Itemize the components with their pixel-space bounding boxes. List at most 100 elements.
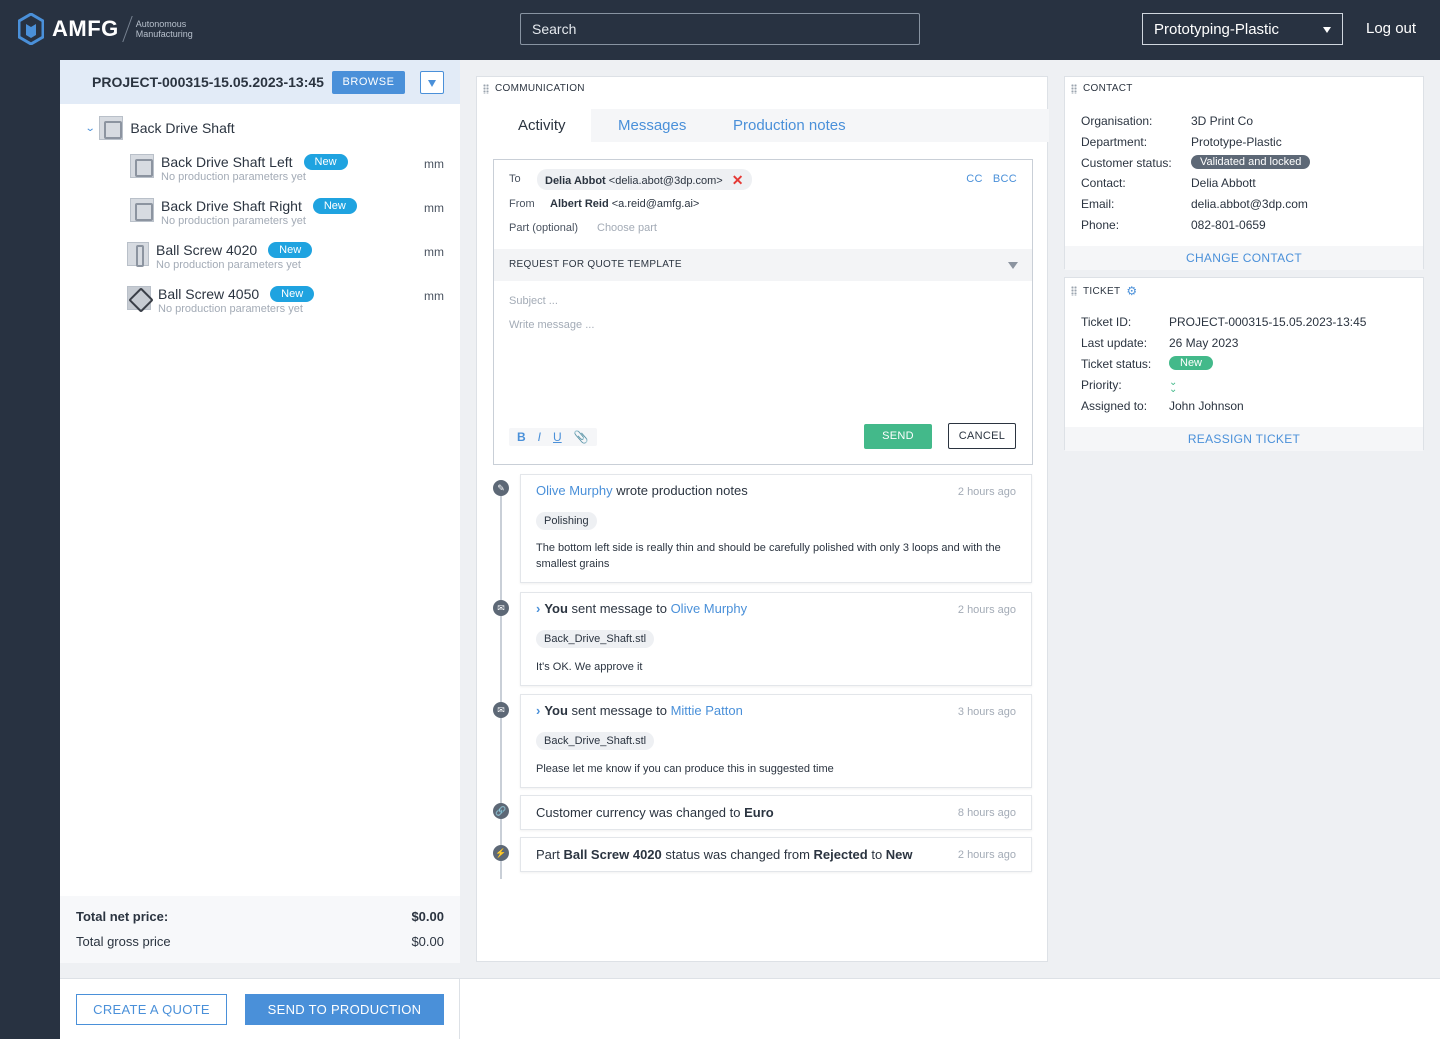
bcc-button[interactable]: BCC (993, 173, 1017, 185)
attachment-tag[interactable]: Back_Drive_Shaft.stl (536, 732, 655, 750)
panel-title: COMMUNICATION (483, 83, 585, 94)
activity-body: Please let me know if you can produce th… (536, 763, 834, 775)
last-update-value: 26 May 2023 (1169, 336, 1239, 350)
phone-value: 082-801-0659 (1191, 218, 1266, 232)
gear-icon[interactable]: ⚙ (1126, 284, 1137, 298)
chevron-right-icon[interactable]: › (536, 703, 540, 718)
status-badge: New (268, 242, 313, 258)
tab-messages[interactable]: Messages (618, 109, 686, 142)
part-select[interactable]: Choose part (597, 222, 657, 234)
message-composer: To Delia Abbot <delia.abot@3dp.com> ✕ CC… (493, 159, 1033, 465)
assigned-value: John Johnson (1169, 399, 1244, 413)
tree-root-item[interactable]: ⌄ Back Drive Shaft (85, 116, 235, 140)
pencil-icon: ✎ (493, 480, 509, 496)
template-select[interactable]: REQUEST FOR QUOTE TEMPLATE (494, 249, 1032, 281)
search-input[interactable] (520, 13, 920, 45)
timestamp: 2 hours ago (957, 849, 1016, 861)
activity-body: It's OK. We approve it (536, 661, 643, 673)
ticket-status-label: Ticket status: (1081, 357, 1152, 371)
left-nav-rail (0, 60, 60, 1039)
part-subtext: No production parameters yet (156, 259, 301, 271)
recipient-chip[interactable]: Delia Abbot <delia.abot@3dp.com> ✕ (537, 169, 752, 190)
user-link[interactable]: Olive Murphy (536, 483, 613, 498)
logo-divider (122, 16, 133, 42)
attachment-icon[interactable]: 📎 (574, 430, 589, 444)
unit-label: mm (424, 289, 444, 303)
total-net-value: $0.00 (411, 909, 444, 924)
tree-root-label: Back Drive Shaft (130, 120, 235, 136)
communication-tabs: Activity Messages Production notes (493, 109, 1049, 142)
amfg-logo-icon (18, 13, 44, 45)
change-contact-button[interactable]: CHANGE CONTACT (1065, 246, 1423, 270)
price-totals: Total net price: $0.00 Total gross price… (60, 896, 460, 963)
cc-bcc-links: CC BCC (966, 173, 1017, 185)
part-thumbnail (130, 154, 154, 178)
tab-activity[interactable]: Activity (493, 109, 591, 142)
bold-icon[interactable]: B (517, 430, 526, 444)
part-thumbnail (130, 198, 154, 222)
part-subtext: No production parameters yet (161, 215, 306, 227)
subject-input[interactable]: Subject ... (509, 295, 558, 307)
envelope-icon: ✉ (493, 702, 509, 718)
underline-icon[interactable]: U (553, 430, 562, 444)
panel-title: TICKET ⚙ (1071, 284, 1137, 298)
tab-production-notes[interactable]: Production notes (733, 109, 846, 142)
contact-link[interactable]: Delia Abbott (1191, 176, 1256, 190)
user-link[interactable]: Olive Murphy (671, 601, 748, 616)
ticket-status-badge: New (1169, 355, 1214, 370)
italic-icon[interactable]: I (538, 430, 541, 444)
cc-button[interactable]: CC (966, 173, 983, 185)
phone-label: Phone: (1081, 218, 1120, 232)
chevron-right-icon[interactable]: › (536, 601, 540, 616)
cancel-button[interactable]: CANCEL (948, 423, 1016, 449)
close-icon[interactable]: ✕ (732, 172, 744, 188)
part-subtext: No production parameters yet (161, 171, 306, 183)
message-input[interactable]: Write message ... (509, 319, 594, 331)
assigned-label: Assigned to: (1081, 399, 1148, 413)
status-badge: New (303, 154, 348, 170)
timestamp: 2 hours ago (957, 486, 1016, 498)
part-item[interactable]: Ball Screw 4020 New No production paramet… (127, 242, 313, 271)
send-to-production-button[interactable]: SEND TO PRODUCTION (245, 994, 444, 1025)
user-link[interactable]: Mittie Patton (671, 703, 743, 718)
reassign-ticket-button[interactable]: REASSIGN TICKET (1065, 427, 1423, 451)
unit-label: mm (424, 157, 444, 171)
drag-handle-icon[interactable] (483, 83, 489, 94)
part-subtext: No production parameters yet (158, 303, 303, 315)
total-gross-value: $0.00 (411, 934, 444, 949)
part-item[interactable]: Ball Screw 4050 New No production paramet… (127, 286, 315, 315)
app-logo[interactable]: AMFG Autonomous Manufacturing (18, 13, 193, 45)
customer-status-badge: Validated and locked (1191, 154, 1311, 169)
from-label: From (509, 198, 535, 210)
drag-handle-icon[interactable] (1071, 83, 1077, 94)
project-panel: PROJECT-000315-15.05.2023-13:45 BROWSE ⌄… (60, 60, 460, 963)
workspace-select[interactable]: Prototyping-Plastic (1142, 13, 1343, 45)
send-button[interactable]: SEND (864, 424, 932, 449)
chevron-down-icon[interactable]: ⌄ (85, 123, 96, 134)
activity-item: Olive Murphy wrote production notes 2 ho… (520, 474, 1032, 583)
unit-label: mm (424, 245, 444, 259)
activity-item: Customer currency was changed to Euro 8 … (520, 795, 1032, 830)
part-item[interactable]: Back Drive Shaft Right New No production … (130, 198, 357, 227)
ticket-id-value: PROJECT-000315-15.05.2023-13:45 (1169, 315, 1367, 329)
email-link[interactable]: delia.abbot@3dp.com (1191, 197, 1308, 211)
project-id: PROJECT-000315-15.05.2023-13:45 (92, 74, 324, 90)
logo-text: AMFG (52, 16, 119, 41)
part-item[interactable]: Back Drive Shaft Left New No production p… (130, 154, 348, 183)
divider (459, 979, 460, 1039)
organisation-value: 3D Print Co (1191, 114, 1254, 128)
part-name: Back Drive Shaft Left (161, 154, 293, 170)
activity-title: › You sent message to Mittie Patton (536, 703, 743, 718)
activity-item: › You sent message to Mittie Patton 3 hou… (520, 694, 1032, 788)
create-quote-button[interactable]: CREATE A QUOTE (76, 994, 227, 1025)
email-label: Email: (1081, 197, 1115, 211)
unit-label: mm (424, 201, 444, 215)
attachment-tag[interactable]: Back_Drive_Shaft.stl (536, 630, 655, 648)
project-dropdown-button[interactable] (420, 71, 444, 94)
logo-subtitle: Autonomous Manufacturing (135, 19, 193, 39)
browse-button[interactable]: BROWSE (332, 71, 405, 94)
last-update-label: Last update: (1081, 336, 1148, 350)
total-net-label: Total net price: (76, 909, 169, 924)
drag-handle-icon[interactable] (1071, 286, 1077, 296)
logout-link[interactable]: Log out (1366, 20, 1416, 37)
